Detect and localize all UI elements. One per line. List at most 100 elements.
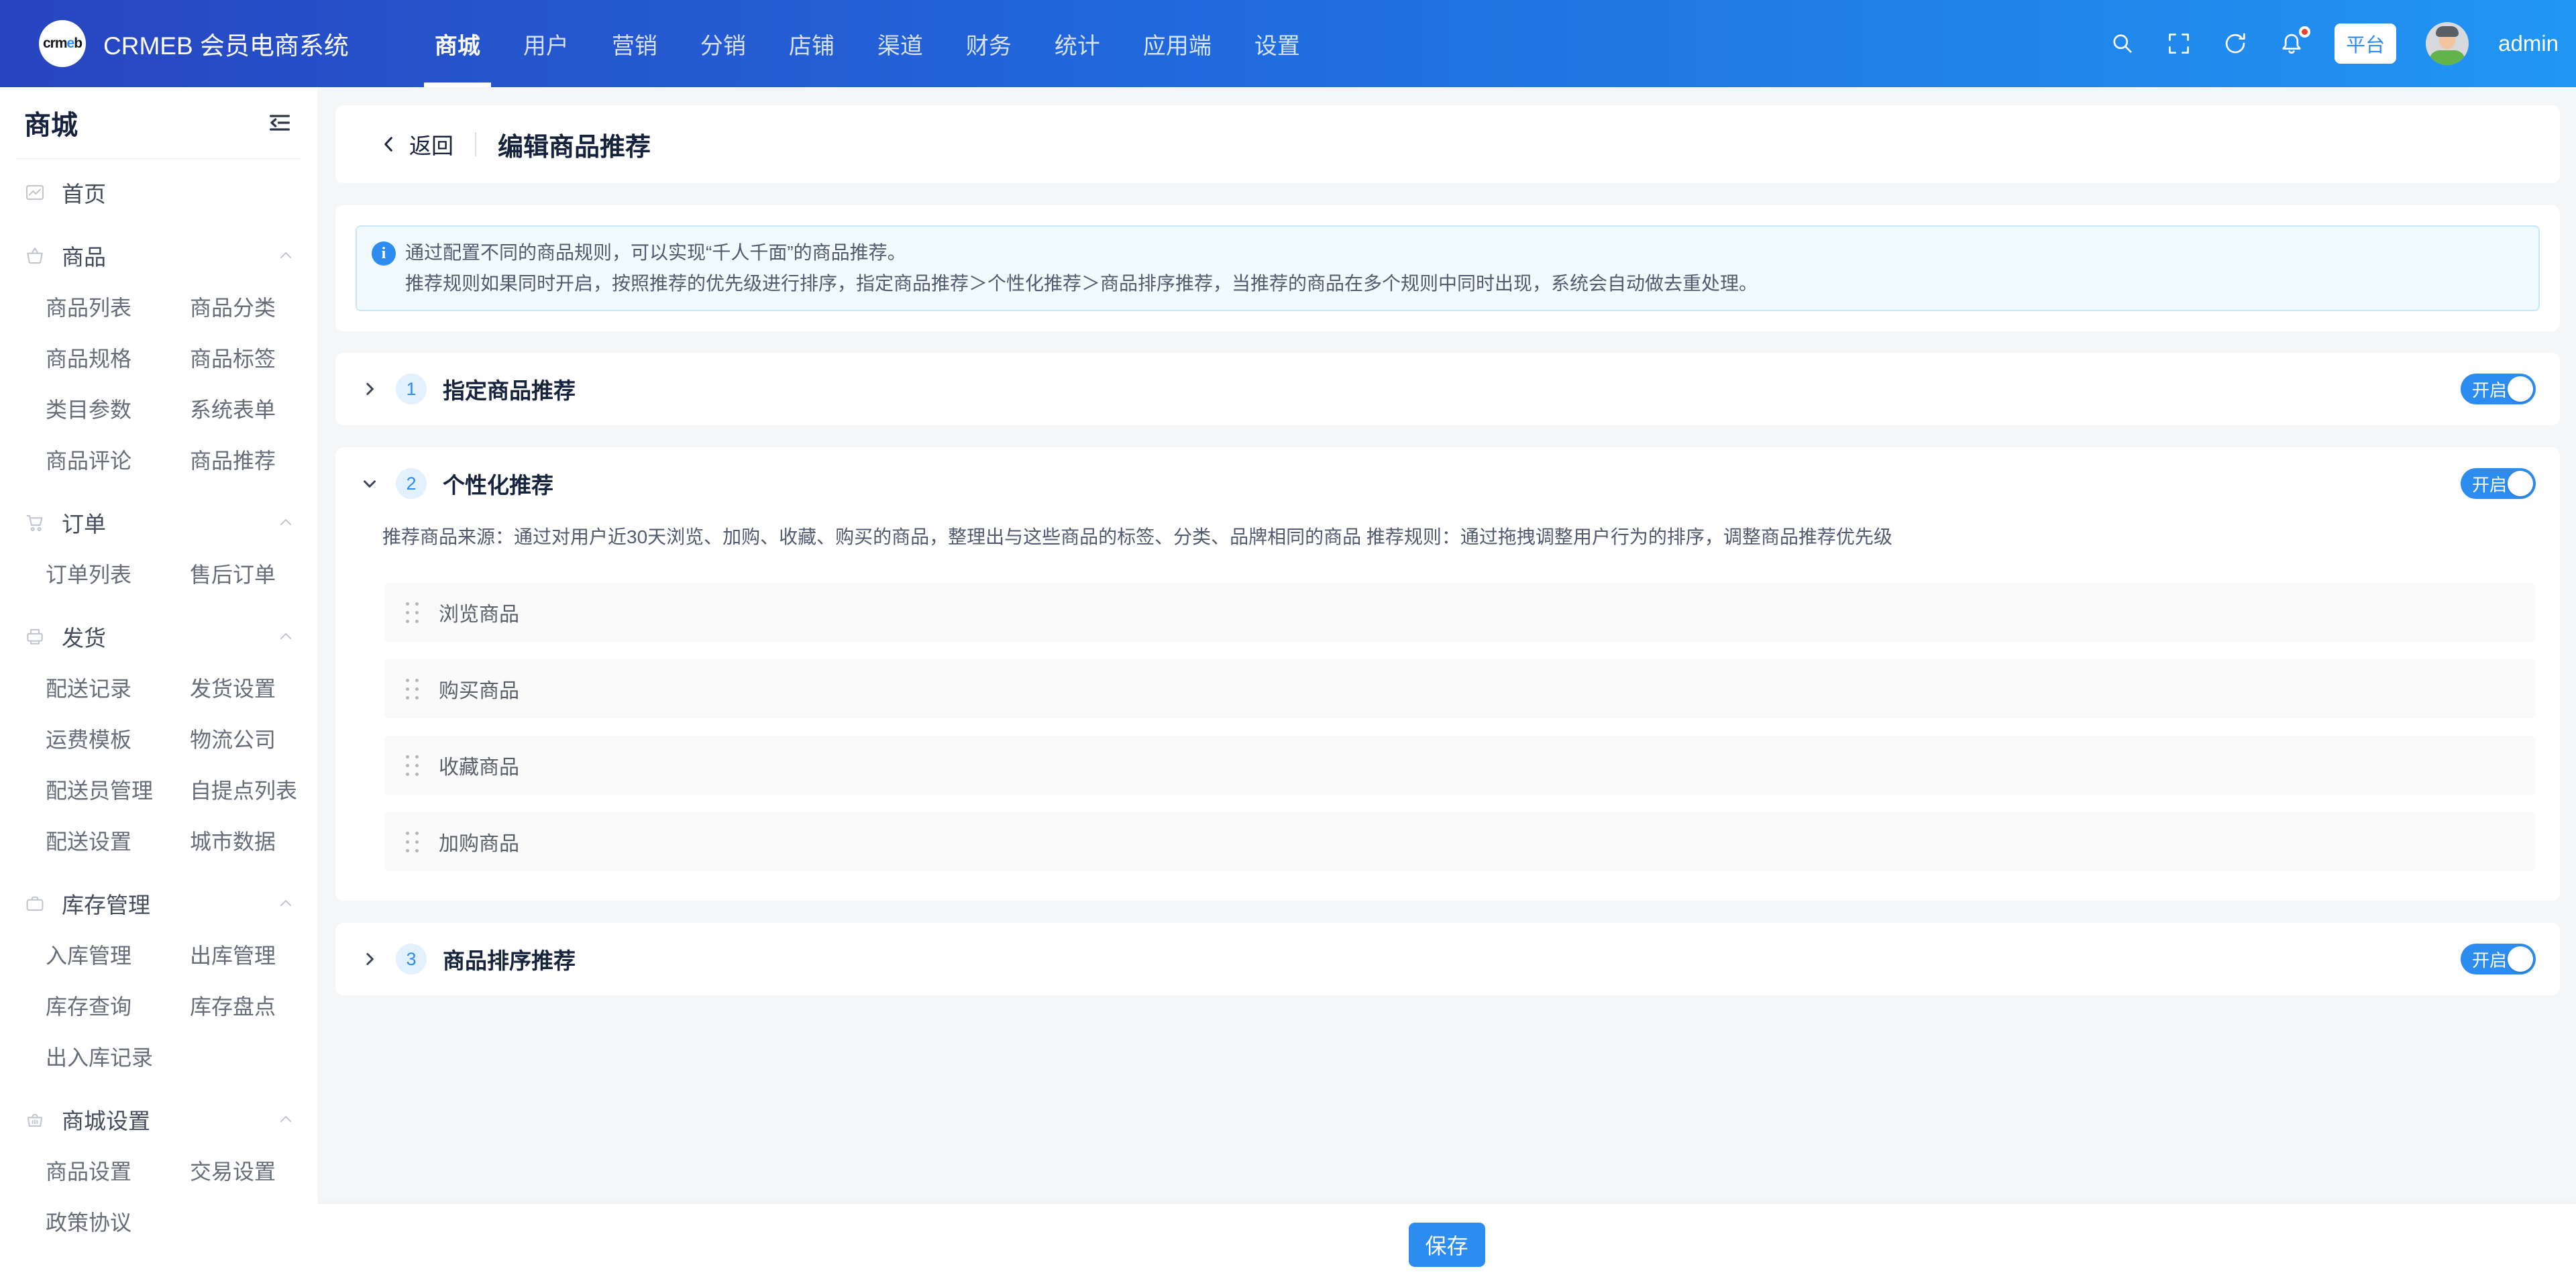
sidebar-item-stock-query[interactable]: 库存查询 xyxy=(46,980,190,1031)
sidebar-item-aftersale-order[interactable]: 售后订单 xyxy=(190,548,317,599)
alert-card: i 通过配置不同的商品规则，可以实现“千人千面”的商品推荐。 推荐规则如果同时开… xyxy=(335,205,2560,331)
sidebar-item-category-params[interactable]: 类目参数 xyxy=(46,383,190,434)
chevron-up-icon xyxy=(277,895,294,912)
toggle-knob xyxy=(2508,471,2533,496)
back-chevron-icon[interactable] xyxy=(378,133,400,155)
nav-item-store[interactable]: 店铺 xyxy=(771,0,852,87)
save-button[interactable]: 保存 xyxy=(1409,1223,1485,1267)
sidebar-item-home[interactable]: 首页 xyxy=(0,167,317,218)
sidebar-item-goods-comment[interactable]: 商品评论 xyxy=(46,434,190,485)
back-button[interactable]: 返回 xyxy=(409,128,453,160)
sidebar: 商城 首页 商品 xyxy=(0,87,317,1285)
drag-row-label: 购买商品 xyxy=(439,674,519,704)
sidebar-item-courier-management[interactable]: 配送员管理 xyxy=(46,764,190,815)
toggle-knob xyxy=(2508,946,2533,972)
sidebar-item-goods-tag[interactable]: 商品标签 xyxy=(190,332,317,383)
sidebar-item-logistics-company[interactable]: 物流公司 xyxy=(190,713,317,764)
sidebar-item-system-form[interactable]: 系统表单 xyxy=(190,383,317,434)
toggle-switch-personalized[interactable]: 开启 xyxy=(2461,468,2536,499)
nav-item-finance[interactable]: 财务 xyxy=(949,0,1029,87)
alert-line-1: 通过配置不同的商品规则，可以实现“千人千面”的商品推荐。 xyxy=(405,237,2518,268)
drag-handle-icon[interactable] xyxy=(402,598,423,627)
toggle-label: 开启 xyxy=(2472,947,2507,972)
briefcase-icon xyxy=(24,892,47,915)
divider xyxy=(475,132,476,156)
platform-badge[interactable]: 平台 xyxy=(2334,23,2396,64)
section-number-badge: 1 xyxy=(396,374,427,404)
nav-item-distribution[interactable]: 分销 xyxy=(683,0,763,87)
section-number-badge: 2 xyxy=(396,468,427,499)
avatar[interactable] xyxy=(2426,22,2469,65)
chevron-up-icon xyxy=(277,514,294,531)
sidebar-group-delivery-header[interactable]: 发货 xyxy=(0,611,317,662)
nav-item-users[interactable]: 用户 xyxy=(506,0,586,87)
toggle-switch-designated[interactable]: 开启 xyxy=(2461,374,2536,404)
sidebar-group-goods: 商品 商品列表 商品分类 商品规格 商品标签 类目参数 系统表单 商品评论 商品… xyxy=(0,230,317,485)
sidebar-group-orders-header[interactable]: 订单 xyxy=(0,497,317,548)
sidebar-item-goods-category[interactable]: 商品分类 xyxy=(190,281,317,332)
sidebar-item-freight-template[interactable]: 运费模板 xyxy=(46,713,190,764)
drag-handle-icon[interactable] xyxy=(402,751,423,780)
sidebar-group-mall-settings: 商城设置 商品设置 交易设置 政策协议 xyxy=(0,1094,317,1247)
sidebar-group-mall-settings-header[interactable]: 商城设置 xyxy=(0,1094,317,1145)
sidebar-item-delivery-settings[interactable]: 配送设置 xyxy=(46,815,190,866)
sidebar-item-inbound-management[interactable]: 入库管理 xyxy=(46,929,190,980)
sidebar-item-goods-recommend[interactable]: 商品推荐 xyxy=(190,434,317,485)
nav-item-settings[interactable]: 设置 xyxy=(1237,0,1318,87)
cart-icon xyxy=(24,511,47,534)
drag-handle-icon[interactable] xyxy=(402,675,423,704)
sidebar-group-goods-header[interactable]: 商品 xyxy=(0,230,317,281)
toggle-label: 开启 xyxy=(2472,471,2507,496)
sidebar-item-city-data[interactable]: 城市数据 xyxy=(190,815,317,866)
toggle-switch-sort[interactable]: 开启 xyxy=(2461,944,2536,974)
sidebar-group-orders: 订单 订单列表 售后订单 xyxy=(0,497,317,599)
sidebar-item-delivery-record[interactable]: 配送记录 xyxy=(46,662,190,713)
drag-row-purchase[interactable]: 购买商品 xyxy=(384,659,2536,718)
goods-basket-icon xyxy=(24,244,47,267)
drag-sort-list: 浏览商品 购买商品 收藏商品 加购商品 xyxy=(384,583,2536,871)
drag-row-add-cart[interactable]: 加购商品 xyxy=(384,812,2536,871)
top-navbar: crmeb CRMEB 会员电商系统 商城 用户 营销 分销 店铺 渠道 财务 … xyxy=(0,0,2576,87)
section-sort-recommend: 3 商品排序推荐 开启 xyxy=(335,923,2560,995)
page-header-card: 返回 编辑商品推荐 xyxy=(335,105,2560,183)
chevron-down-icon[interactable] xyxy=(360,473,380,494)
drag-row-browse[interactable]: 浏览商品 xyxy=(384,583,2536,642)
collapse-sidebar-icon[interactable] xyxy=(266,109,293,136)
sidebar-group-label: 商城设置 xyxy=(62,1103,150,1135)
nav-item-statistics[interactable]: 统计 xyxy=(1037,0,1118,87)
sidebar-item-goods-list[interactable]: 商品列表 xyxy=(46,281,190,332)
sidebar-item-outbound-management[interactable]: 出库管理 xyxy=(190,929,317,980)
fullscreen-icon[interactable] xyxy=(2165,30,2192,57)
drag-handle-icon[interactable] xyxy=(402,828,423,856)
chevron-up-icon xyxy=(277,247,294,264)
sidebar-item-trade-settings[interactable]: 交易设置 xyxy=(190,1145,317,1196)
sidebar-item-order-list[interactable]: 订单列表 xyxy=(46,548,190,599)
drag-row-favorite[interactable]: 收藏商品 xyxy=(384,736,2536,795)
sidebar-item-label: 首页 xyxy=(62,176,106,209)
nav-item-channel[interactable]: 渠道 xyxy=(860,0,941,87)
info-alert: i 通过配置不同的商品规则，可以实现“千人千面”的商品推荐。 推荐规则如果同时开… xyxy=(356,225,2540,311)
sidebar-group-delivery: 发货 配送记录 发货设置 运费模板 物流公司 配送员管理 自提点列表 配送设置 … xyxy=(0,611,317,866)
nav-item-marketing[interactable]: 营销 xyxy=(594,0,675,87)
sidebar-item-stock-record[interactable]: 出入库记录 xyxy=(46,1031,190,1082)
nav-item-app[interactable]: 应用端 xyxy=(1126,0,1229,87)
sidebar-item-goods-settings[interactable]: 商品设置 xyxy=(46,1145,190,1196)
nav-item-mall[interactable]: 商城 xyxy=(417,0,498,87)
sidebar-item-shipping-settings[interactable]: 发货设置 xyxy=(190,662,317,713)
chevron-right-icon[interactable] xyxy=(360,949,380,969)
chevron-right-icon[interactable] xyxy=(360,379,380,399)
search-icon[interactable] xyxy=(2109,30,2136,57)
sidebar-item-goods-spec[interactable]: 商品规格 xyxy=(46,332,190,383)
sidebar-item-policy-agreement[interactable]: 政策协议 xyxy=(46,1196,190,1247)
username[interactable]: admin xyxy=(2498,31,2559,56)
sidebar-item-stock-check[interactable]: 库存盘点 xyxy=(190,980,317,1031)
section-header: 3 商品排序推荐 开启 xyxy=(335,923,2560,995)
content-spacer xyxy=(317,1017,2576,1204)
chevron-up-icon xyxy=(277,1111,294,1128)
sidebar-item-pickup-list[interactable]: 自提点列表 xyxy=(190,764,317,815)
crmeb-logo-icon: crmeb xyxy=(39,20,86,67)
refresh-icon[interactable] xyxy=(2222,30,2249,57)
notification-bell-icon[interactable] xyxy=(2278,30,2305,57)
section-description: 推荐商品来源：通过对用户近30天浏览、加购、收藏、购买的商品，整理出与这些商品的… xyxy=(382,524,2536,551)
sidebar-group-inventory-header[interactable]: 库存管理 xyxy=(0,878,317,929)
